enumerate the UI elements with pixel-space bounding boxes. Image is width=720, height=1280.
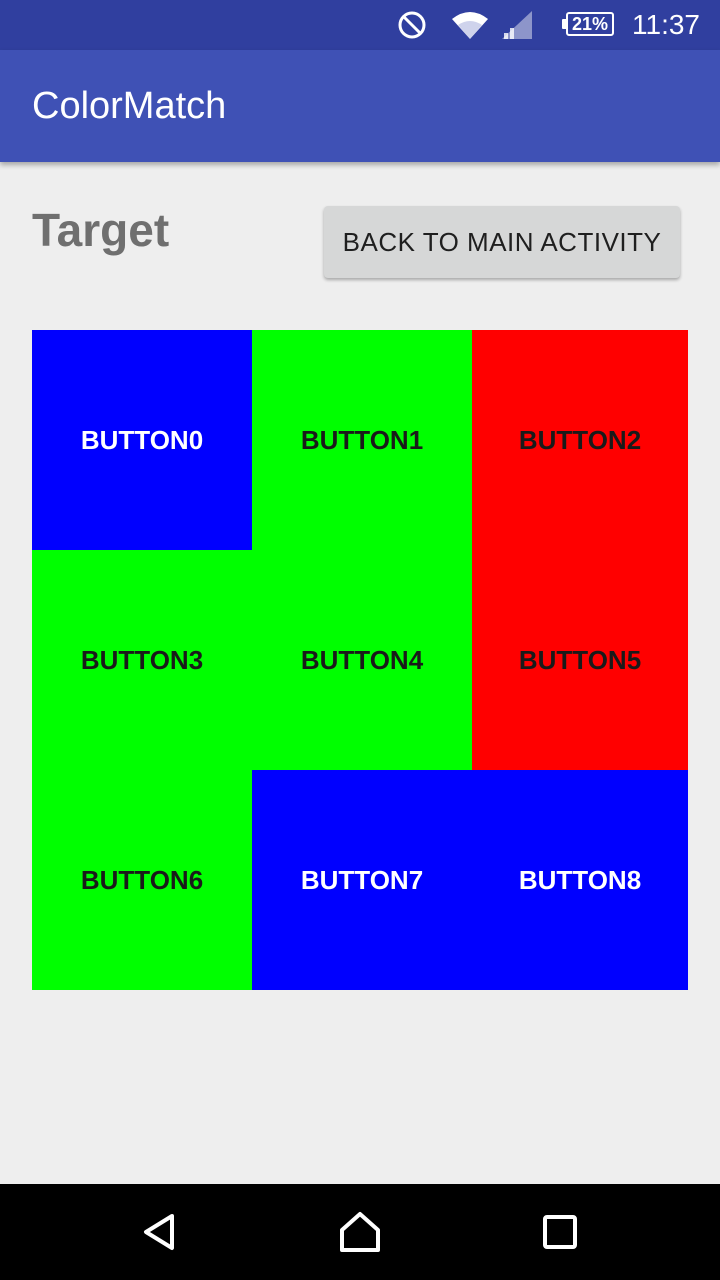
app-bar: ColorMatch bbox=[0, 50, 720, 162]
target-label: Target bbox=[32, 204, 170, 256]
grid-button-3[interactable]: BUTTON3 bbox=[32, 550, 252, 770]
grid-button-8[interactable]: BUTTON8 bbox=[472, 770, 688, 990]
back-icon[interactable] bbox=[100, 1184, 220, 1280]
do-not-disturb-icon bbox=[396, 0, 428, 50]
cell-signal-icon bbox=[500, 0, 534, 50]
status-bar: 21% 11:37 bbox=[0, 0, 720, 50]
wifi-icon bbox=[450, 0, 490, 50]
grid-button-5[interactable]: BUTTON5 bbox=[472, 550, 688, 770]
grid-button-4[interactable]: BUTTON4 bbox=[252, 550, 472, 770]
back-to-main-activity-button[interactable]: BACK TO MAIN ACTIVITY bbox=[324, 206, 680, 278]
home-icon[interactable] bbox=[300, 1184, 420, 1280]
grid-button-7[interactable]: BUTTON7 bbox=[252, 770, 472, 990]
grid-button-1[interactable]: BUTTON1 bbox=[252, 330, 472, 550]
app-title: ColorMatch bbox=[32, 85, 227, 127]
battery-percent: 21% bbox=[566, 12, 614, 36]
grid-button-6[interactable]: BUTTON6 bbox=[32, 770, 252, 990]
navigation-bar bbox=[0, 1184, 720, 1280]
grid-button-2[interactable]: BUTTON2 bbox=[472, 330, 688, 550]
grid-button-0[interactable]: BUTTON0 bbox=[32, 330, 252, 550]
color-button-grid: BUTTON0 BUTTON1 BUTTON2 BUTTON3 BUTTON4 … bbox=[32, 330, 688, 990]
recents-icon[interactable] bbox=[500, 1184, 620, 1280]
status-clock: 11:37 bbox=[632, 9, 700, 40]
